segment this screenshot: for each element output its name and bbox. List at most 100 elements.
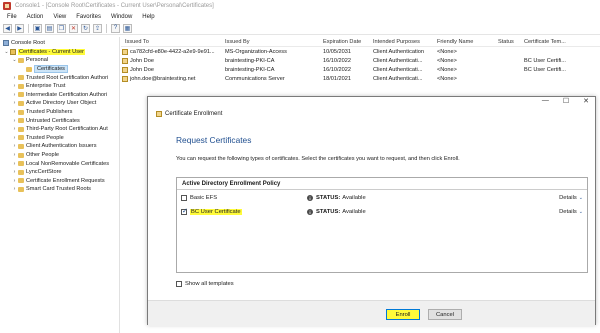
delete-icon[interactable]: ✕ (69, 23, 78, 33)
expand-icon[interactable]: › (12, 118, 17, 124)
expand-icon[interactable]: › (12, 152, 17, 158)
expand-icon[interactable]: › (12, 92, 17, 98)
tree-item[interactable]: › Certificate Enrollment Requests (0, 177, 119, 186)
expand-icon[interactable]: › (12, 135, 17, 141)
folder-icon (18, 57, 24, 63)
cell-issued-by: braintesting-PKI-CA (225, 58, 275, 64)
copy-icon[interactable]: ❐ (57, 23, 66, 33)
cell-purposes: Client Authenticati... (373, 67, 423, 73)
menu-favorites[interactable]: Favorites (71, 14, 106, 20)
details-button[interactable]: Details ⌄ (559, 195, 583, 201)
table-row[interactable]: ca782cfd-e80e-4422-a2e9-9e91... MS-Organ… (121, 48, 600, 57)
help-icon[interactable]: ? (111, 23, 120, 33)
column-intended-purposes[interactable]: Intended Purposes (373, 39, 420, 45)
tree-item[interactable]: › Active Directory User Object (0, 99, 119, 108)
column-issued-to[interactable]: Issued To (125, 39, 149, 45)
folder-icon (18, 126, 24, 132)
folder-icon (18, 100, 24, 106)
expand-icon[interactable]: › (12, 83, 17, 89)
tree-label: Certificates - Current User (18, 48, 85, 55)
menu-window[interactable]: Window (106, 14, 137, 20)
column-certificate-template[interactable]: Certificate Tem... (524, 39, 566, 45)
tree-item[interactable]: › Smart Card Trusted Roots (0, 185, 119, 194)
expand-icon[interactable]: › (12, 126, 17, 132)
status-value: Available (342, 195, 366, 201)
table-row[interactable]: john.doe@braintesting.net Communications… (121, 75, 600, 84)
tree-item[interactable]: › Local NonRemovable Certificates (0, 159, 119, 168)
details-button[interactable]: Details ⌄ (559, 209, 583, 215)
tree-item[interactable]: › LyncCertStore (0, 168, 119, 177)
tree-item[interactable]: › Client Authentication Issuers (0, 142, 119, 151)
show-all-templates-checkbox[interactable] (176, 281, 182, 287)
menu-file[interactable]: File (2, 14, 22, 20)
column-friendly-name[interactable]: Friendly Name (437, 39, 473, 45)
expand-icon[interactable]: › (12, 75, 17, 81)
tree-item[interactable]: › Other People (0, 151, 119, 160)
menu-bar: File Action View Favorites Window Help (0, 12, 600, 22)
tree-item[interactable]: › Trusted Root Certification Authori (0, 73, 119, 82)
cell-issued-to: john.doe@braintesting.net (130, 76, 196, 82)
chevron-down-icon: ⌄ (578, 209, 583, 215)
up-icon[interactable]: ▣ (33, 23, 42, 33)
window-controls: — ☐ ✕ (542, 97, 589, 105)
bc-user-certificate-checkbox[interactable] (181, 207, 188, 215)
template-status: i STATUS: Available (307, 195, 366, 201)
expand-icon[interactable]: › (12, 186, 17, 192)
cancel-button[interactable]: Cancel (428, 309, 462, 320)
tree-personal-certificates[interactable]: Certificates (0, 65, 119, 74)
tree-personal[interactable]: ⌄ Personal (0, 56, 119, 65)
basic-efs-checkbox[interactable] (181, 195, 187, 201)
title-bar: Console1 - [Console Root\Certificates - … (0, 0, 600, 12)
table-row[interactable]: John Doe braintesting-PKI-CA 16/10/2022 … (121, 57, 600, 66)
tree-label: Client Authentication Issuers (26, 143, 97, 150)
column-expiration-date[interactable]: Expiration Date (323, 39, 361, 45)
expand-icon[interactable]: › (12, 143, 17, 149)
table-row[interactable]: John Doe braintesting-PKI-CA 16/10/2022 … (121, 66, 600, 75)
tree-label: Certificates (34, 65, 68, 74)
tree-item[interactable]: › Trusted People (0, 134, 119, 143)
column-issued-by[interactable]: Issued By (225, 39, 250, 45)
status-key: STATUS: (316, 209, 341, 215)
cell-template: BC User Certifi... (524, 67, 566, 73)
folder-icon (18, 75, 24, 81)
expand-icon[interactable]: › (12, 109, 17, 115)
tree-item[interactable]: › Intermediate Certification Authori (0, 91, 119, 100)
minimize-icon[interactable]: — (542, 97, 549, 105)
tree-console-root[interactable]: Console Root (0, 39, 119, 48)
enroll-button[interactable]: Enroll (386, 309, 420, 320)
close-icon[interactable]: ✕ (583, 97, 589, 105)
mmc-app-icon (3, 2, 11, 10)
folder-icon (18, 118, 24, 124)
back-icon[interactable]: ◀ (3, 23, 12, 33)
properties-icon[interactable]: ▦ (123, 23, 132, 33)
maximize-icon[interactable]: ☐ (563, 97, 569, 105)
tree-item[interactable]: › Untrusted Certificates (0, 116, 119, 125)
menu-help[interactable]: Help (137, 14, 159, 20)
status-key: STATUS: (316, 195, 341, 201)
folder-icon (18, 169, 24, 175)
refresh-icon[interactable]: ↻ (81, 23, 90, 33)
tree-item[interactable]: › Trusted Publishers (0, 108, 119, 117)
dialog-title-bar: — ☐ ✕ Certificate Enrollment (148, 97, 595, 121)
tree-item[interactable]: › Third-Party Root Certification Aut (0, 125, 119, 134)
show-all-label: Show all templates (185, 281, 234, 287)
expand-icon[interactable]: › (12, 161, 17, 167)
export-icon[interactable]: ⇪ (93, 23, 102, 33)
details-label: Details (559, 195, 577, 201)
dialog-title: Certificate Enrollment (156, 111, 222, 117)
expand-icon[interactable]: › (12, 169, 17, 175)
expand-icon[interactable]: › (12, 100, 17, 106)
show-all-templates[interactable]: Show all templates (176, 281, 234, 287)
show-tree-icon[interactable]: ▤ (45, 23, 54, 33)
details-label: Details (559, 209, 577, 215)
collapse-icon[interactable]: ⌄ (12, 57, 17, 63)
tree-certificates-current-user[interactable]: ⌄ Certificates - Current User (0, 48, 119, 57)
forward-icon[interactable]: ▶ (15, 23, 24, 33)
menu-view[interactable]: View (48, 14, 71, 20)
column-status[interactable]: Status (498, 39, 514, 45)
collapse-icon[interactable]: ⌄ (4, 49, 9, 55)
tree-item[interactable]: › Enterprise Trust (0, 82, 119, 91)
menu-action[interactable]: Action (22, 14, 49, 20)
expand-icon[interactable]: › (12, 178, 17, 184)
tree-label: Personal (26, 57, 49, 64)
